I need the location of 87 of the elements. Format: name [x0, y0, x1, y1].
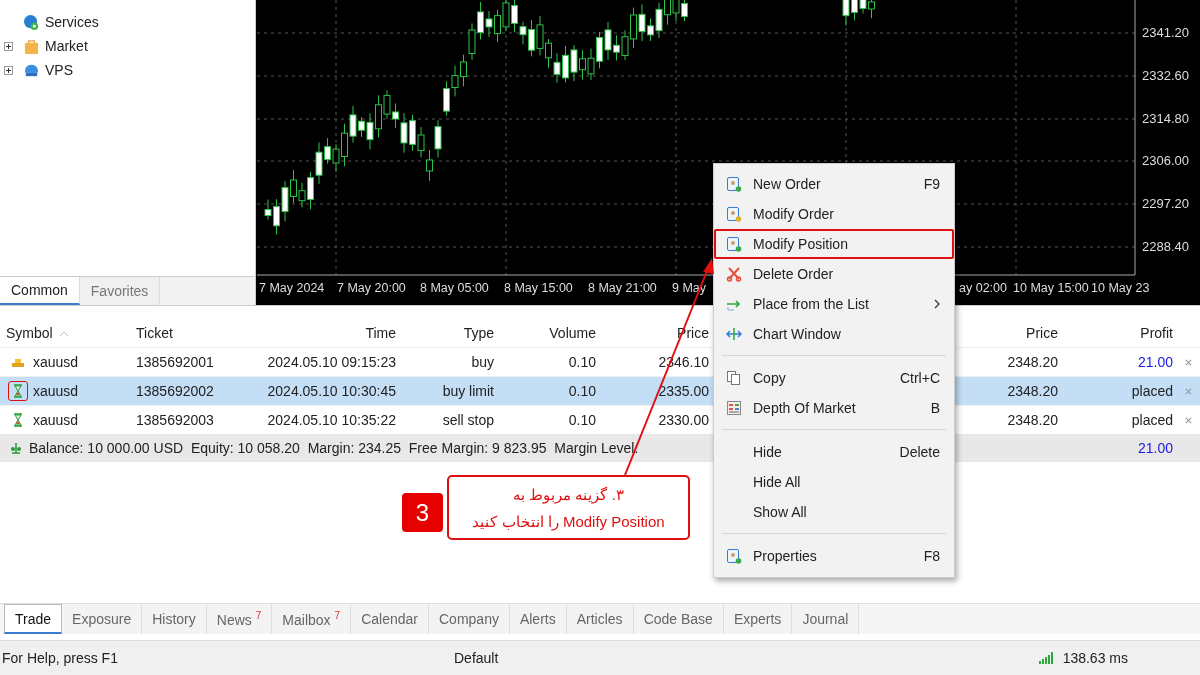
menu-item[interactable]: Modify Order	[714, 199, 954, 229]
shortcut-text: F8	[923, 548, 940, 564]
profit-cell-text: placed	[1130, 412, 1174, 428]
symbol-cell: xauusd	[33, 354, 79, 370]
tree-item[interactable]: Services	[45, 14, 99, 30]
price-label: 2332.60	[1142, 68, 1189, 83]
table-cell-text: 2348.20	[1006, 412, 1059, 428]
table-cell-text: 2348.20	[1006, 383, 1059, 399]
total-profit: 21.00	[1137, 440, 1173, 456]
table-cell-text: sell stop	[441, 412, 495, 428]
table-cell-text: 0.10	[567, 383, 597, 399]
table-cell-text: 2348.20	[1006, 354, 1059, 370]
help-text: For Help, press F1	[2, 650, 119, 666]
hourglass-icon	[11, 413, 25, 427]
column-header[interactable]: Type	[400, 325, 498, 341]
price-label: 2288.40	[1142, 239, 1189, 254]
table-cell-text: buy limit	[441, 383, 495, 399]
time-label: 8 May 05:00	[420, 281, 489, 295]
time-label: 8 May 15:00	[504, 281, 573, 295]
document-icon	[726, 548, 742, 564]
document-icon	[726, 236, 742, 252]
time-label: 10 May 23	[1091, 281, 1150, 295]
time-label: ay 02:00	[959, 281, 1007, 295]
close-icon[interactable]	[1185, 416, 1192, 424]
close-icon[interactable]	[1185, 358, 1192, 366]
table-cell-text: 0.10	[567, 354, 597, 370]
scissors-icon	[726, 266, 742, 282]
symbol-cell: xauusd	[33, 412, 79, 428]
table-cell-text: 1385692003	[135, 412, 215, 428]
document-icon	[726, 176, 742, 192]
time-label: 10 May 15:00	[1013, 281, 1089, 295]
column-header[interactable]: Time	[250, 325, 400, 341]
copy-icon	[726, 370, 742, 386]
tree-item[interactable]: Market	[45, 38, 88, 54]
menu-item[interactable]: Hide All	[714, 467, 954, 497]
table-cell-text: 2335.00	[657, 383, 710, 399]
table-cell-text: 1385692001	[135, 354, 215, 370]
menu-item[interactable]: Properties F8	[714, 541, 954, 571]
price-label: 2314.80	[1142, 111, 1189, 126]
menu-item[interactable]: New Order F9	[714, 169, 954, 199]
shortcut-text: Delete	[899, 444, 940, 460]
profit-cell-text: placed	[1130, 383, 1174, 399]
column-header[interactable]: Profit	[1062, 325, 1177, 341]
table-cell-text: 2024.05.10 09:15:23	[266, 354, 397, 370]
time-label: 7 May 2024	[259, 281, 325, 295]
ping-text: 138.63 ms	[1062, 650, 1128, 666]
time-label: 8 May 21:00	[588, 281, 657, 295]
panel-tab[interactable]: Common	[0, 277, 80, 305]
expand-icon[interactable]	[4, 41, 13, 51]
column-header[interactable]: Ticket	[130, 325, 250, 341]
profit-cell-text: 21.00	[1136, 354, 1174, 370]
menu-item[interactable]: Chart Window	[714, 319, 954, 349]
annotation-callout: ۳. گزینه مربوط به Modify Position را انتخاب کنید	[447, 475, 690, 540]
table-icon	[726, 400, 742, 416]
profile-name: Default	[454, 650, 500, 666]
cloud-gear-icon	[23, 13, 40, 31]
table-cell-text: 0.10	[567, 412, 597, 428]
menu-item[interactable]: Place from the List	[714, 289, 954, 319]
column-header[interactable]: Symbol	[0, 325, 130, 341]
menu-item[interactable]: Delete Order	[714, 259, 954, 289]
table-cell-text: 2024.05.10 10:30:45	[266, 383, 397, 399]
table-cell-text: buy	[470, 354, 495, 370]
terminal-tab[interactable]: Trade	[4, 604, 63, 634]
balance-icon	[10, 442, 22, 454]
tree-item[interactable]: VPS	[45, 62, 73, 78]
price-label: 2297.20	[1142, 196, 1189, 211]
column-header[interactable]: Price	[960, 325, 1062, 341]
price-label: 2306.00	[1142, 153, 1189, 168]
signal-icon	[1038, 652, 1055, 664]
close-icon[interactable]	[1185, 387, 1192, 395]
symbol-cell: xauusd	[33, 383, 79, 399]
menu-item[interactable]: Show All	[714, 497, 954, 527]
menu-item[interactable]: Modify Position	[714, 229, 954, 259]
table-cell-text: 2330.00	[657, 412, 710, 428]
arrows-icon	[726, 326, 742, 342]
price-label: 2341.20	[1142, 25, 1189, 40]
expand-icon[interactable]	[4, 65, 13, 75]
column-header[interactable]: Volume	[498, 325, 600, 341]
table-cell-text: 1385692002	[135, 383, 215, 399]
shortcut-text: F9	[923, 176, 940, 192]
time-label: 7 May 20:00	[337, 281, 406, 295]
menu-item[interactable]: Hide Delete	[714, 437, 954, 467]
document-icon	[726, 206, 742, 222]
bag-icon	[23, 37, 40, 55]
step-number-badge: 3	[402, 493, 443, 532]
table-cell-text: 2024.05.10 10:35:22	[266, 412, 397, 428]
hourglass-icon	[11, 384, 25, 398]
